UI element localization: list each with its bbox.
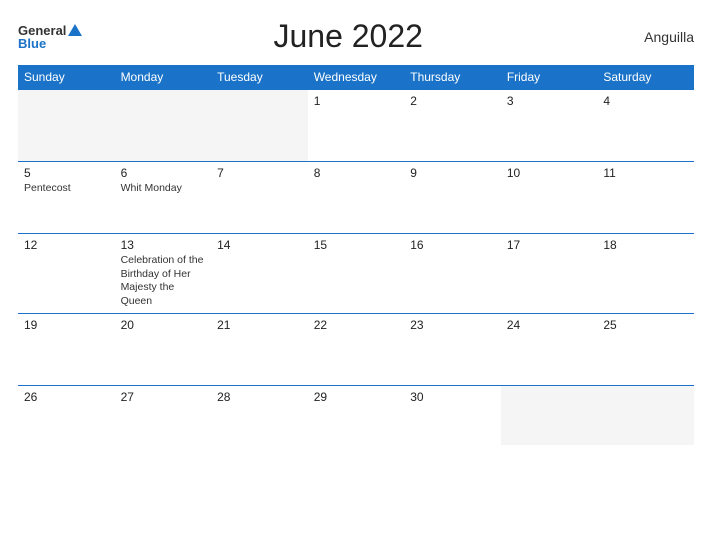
day-number: 25: [603, 318, 688, 332]
day-cell-22: 22: [308, 313, 405, 385]
weekday-header-row: SundayMondayTuesdayWednesdayThursdayFrid…: [18, 65, 694, 90]
weekday-header-monday: Monday: [115, 65, 212, 90]
day-number: 26: [24, 390, 109, 404]
calendar-page: General Blue June 2022 Anguilla SundayMo…: [0, 0, 712, 550]
day-cell-23: 23: [404, 313, 501, 385]
day-cell-9: 9: [404, 162, 501, 234]
day-cell-28: 28: [211, 385, 308, 445]
day-number: 10: [507, 166, 592, 180]
day-cell-17: 17: [501, 234, 598, 314]
day-number: 7: [217, 166, 302, 180]
event-label: Whit Monday: [121, 182, 206, 196]
day-cell-27: 27: [115, 385, 212, 445]
week-row-2: 12 13 Celebration of the Birthday of Her M…: [18, 234, 694, 314]
month-title: June 2022: [82, 18, 614, 55]
day-cell-empty: [211, 90, 308, 162]
day-cell-19: 19: [18, 313, 115, 385]
weekday-header-sunday: Sunday: [18, 65, 115, 90]
day-cell-15: 15: [308, 234, 405, 314]
calendar-table: SundayMondayTuesdayWednesdayThursdayFrid…: [18, 65, 694, 445]
day-cell-10: 10: [501, 162, 598, 234]
logo-triangle-icon: [68, 24, 82, 36]
day-number: 16: [410, 238, 495, 252]
day-number: 11: [603, 166, 688, 180]
day-number: 9: [410, 166, 495, 180]
day-number: 20: [121, 318, 206, 332]
day-cell-3: 3: [501, 90, 598, 162]
day-cell-empty: [18, 90, 115, 162]
region-label: Anguilla: [614, 29, 694, 45]
day-cell-25: 25: [597, 313, 694, 385]
day-number: 27: [121, 390, 206, 404]
day-number: 6: [121, 166, 206, 180]
day-number: 8: [314, 166, 399, 180]
day-cell-18: 18: [597, 234, 694, 314]
day-cell-29: 29: [308, 385, 405, 445]
day-cell-13: 13 Celebration of the Birthday of Her Maj…: [115, 234, 212, 314]
day-cell-16: 16: [404, 234, 501, 314]
event-label: Pentecost: [24, 182, 109, 196]
day-number: 5: [24, 166, 109, 180]
day-number: 4: [603, 94, 688, 108]
day-cell-4: 4: [597, 90, 694, 162]
day-number: 23: [410, 318, 495, 332]
day-number: 30: [410, 390, 495, 404]
day-number: 22: [314, 318, 399, 332]
week-row-3: 19 20 21 22 23 24 25: [18, 313, 694, 385]
event-label: Celebration of the Birthday of Her Majes…: [121, 254, 206, 309]
header: General Blue June 2022 Anguilla: [18, 18, 694, 55]
logo-general-text: General: [18, 24, 66, 37]
day-number: 12: [24, 238, 109, 252]
day-number: 15: [314, 238, 399, 252]
week-row-1: 5 Pentecost 6 Whit Monday 789 10 11: [18, 162, 694, 234]
day-number: 2: [410, 94, 495, 108]
day-number: 13: [121, 238, 206, 252]
day-cell-5: 5 Pentecost: [18, 162, 115, 234]
day-number: 29: [314, 390, 399, 404]
logo: General Blue: [18, 24, 82, 50]
day-cell-empty: [501, 385, 598, 445]
day-number: 21: [217, 318, 302, 332]
day-cell-2: 2: [404, 90, 501, 162]
day-number: 3: [507, 94, 592, 108]
day-cell-11: 11: [597, 162, 694, 234]
week-row-4: 26 27 28 29 30: [18, 385, 694, 445]
day-cell-12: 12: [18, 234, 115, 314]
day-cell-8: 8: [308, 162, 405, 234]
week-row-0: 1234: [18, 90, 694, 162]
day-cell-14: 14: [211, 234, 308, 314]
day-cell-24: 24: [501, 313, 598, 385]
weekday-header-friday: Friday: [501, 65, 598, 90]
day-cell-empty: [115, 90, 212, 162]
day-number: 19: [24, 318, 109, 332]
weekday-header-saturday: Saturday: [597, 65, 694, 90]
day-cell-1: 1: [308, 90, 405, 162]
weekday-header-wednesday: Wednesday: [308, 65, 405, 90]
day-number: 17: [507, 238, 592, 252]
day-cell-empty: [597, 385, 694, 445]
day-cell-26: 26: [18, 385, 115, 445]
day-cell-20: 20: [115, 313, 212, 385]
weekday-header-thursday: Thursday: [404, 65, 501, 90]
day-number: 24: [507, 318, 592, 332]
day-number: 1: [314, 94, 399, 108]
day-cell-21: 21: [211, 313, 308, 385]
day-cell-7: 7: [211, 162, 308, 234]
day-number: 14: [217, 238, 302, 252]
day-number: 18: [603, 238, 688, 252]
logo-blue-text: Blue: [18, 37, 46, 50]
day-cell-6: 6 Whit Monday: [115, 162, 212, 234]
weekday-header-tuesday: Tuesday: [211, 65, 308, 90]
day-cell-30: 30: [404, 385, 501, 445]
day-number: 28: [217, 390, 302, 404]
